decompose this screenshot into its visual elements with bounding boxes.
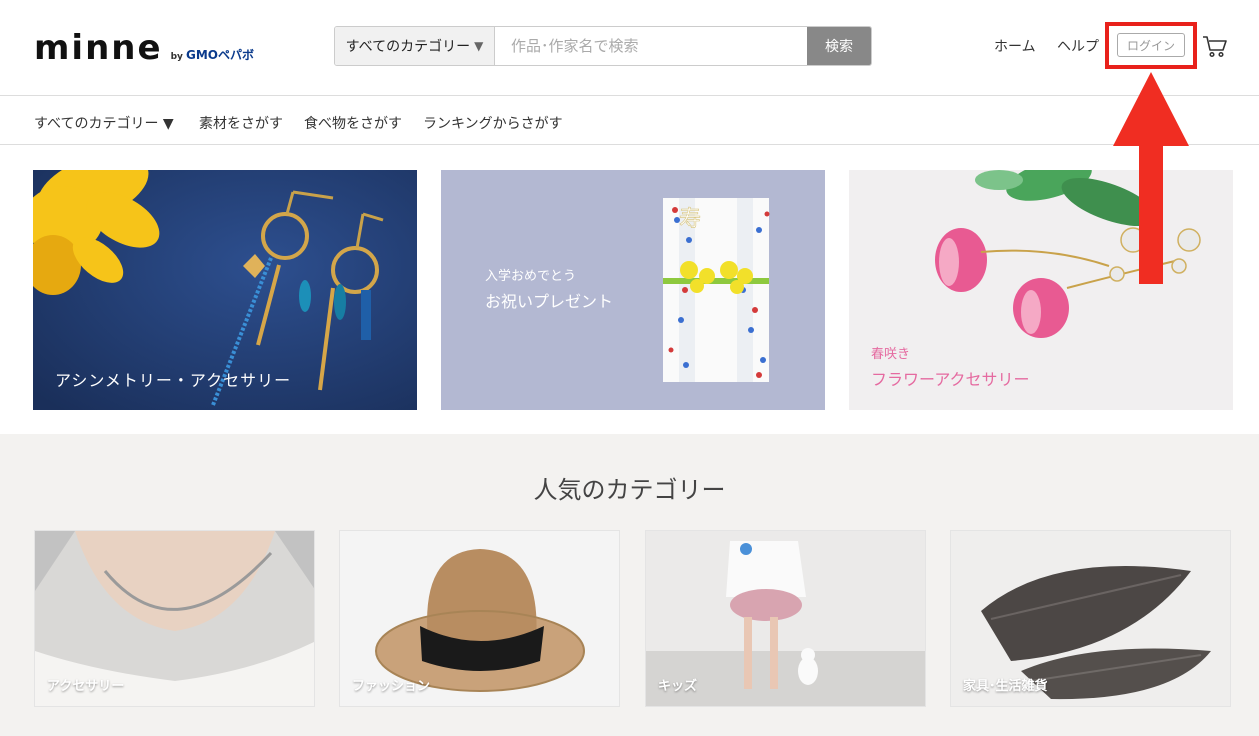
red-arrow-annotation [1113, 72, 1189, 284]
chevron-down-icon: ▼ [474, 39, 484, 53]
search-bar: すべてのカテゴリー▼ 検索 [334, 26, 872, 66]
popular-categories-section: 人気のカテゴリー アクセサリー ファッション キッズ 家具･生活雑貨 [0, 434, 1259, 736]
category-label-fashion: ファッション [352, 679, 431, 694]
banner-1-title: アシンメトリー・アクセサリー [55, 371, 291, 390]
banner-2-subtitle: 入学おめでとう [485, 268, 576, 284]
category-card-accessory[interactable]: アクセサリー [34, 530, 315, 707]
search-button[interactable]: 検索 [807, 27, 871, 65]
banner-2-title: お祝いプレゼント [485, 292, 613, 311]
category-label-furniture: 家具･生活雑貨 [963, 679, 1048, 694]
category-card-fashion[interactable]: ファッション [339, 530, 620, 707]
category-label-accessory: アクセサリー [47, 679, 125, 694]
category-card-kids[interactable]: キッズ [645, 530, 926, 707]
category-label-kids: キッズ [658, 679, 698, 694]
minne-logo[interactable]: minne by GMOペパボ [34, 28, 254, 68]
cart-icon[interactable] [1202, 34, 1228, 58]
subnav-ranking[interactable]: ランキングからさがす [423, 113, 563, 133]
logo-by: by GMOペパボ [170, 48, 255, 62]
gmo-pepabo-logo: GMOペパボ [186, 48, 255, 62]
search-category-select[interactable]: すべてのカテゴリー ▼ [335, 27, 495, 65]
banner-3-subtitle: 春咲き [871, 346, 910, 362]
banner-envelope-image: 寿 入学おめでとう お祝いプレゼント [441, 170, 825, 410]
site-header: minne by GMOペパボ すべてのカテゴリー▼ 検索 ホーム ヘルプ ログ… [0, 0, 1259, 96]
search-input[interactable] [495, 27, 807, 65]
envelope-kotobuki-char: 寿 [679, 207, 701, 232]
banner-3-title: フラワーアクセサリー [871, 370, 1030, 389]
banner-celebration-gift[interactable]: 寿 入学おめでとう お祝いプレゼント [441, 170, 825, 410]
category-card-furniture[interactable]: 家具･生活雑貨 [950, 530, 1231, 707]
logo-text: minne [34, 28, 163, 68]
login-button[interactable]: ログイン [1117, 33, 1185, 57]
banner-earrings-image: アシンメトリー・アクセサリー [33, 170, 417, 410]
popular-categories-title: 人気のカテゴリー [533, 476, 726, 504]
subnav-all-categories[interactable]: すべてのカテゴリー ▼ [34, 113, 174, 133]
nav-help-link[interactable]: ヘルプ [1057, 36, 1099, 56]
banner-asymmetry-accessory[interactable]: アシンメトリー・アクセサリー [33, 170, 417, 410]
nav-home-link[interactable]: ホーム [994, 36, 1036, 56]
subnav-food[interactable]: 食べ物をさがす [304, 113, 402, 133]
category-subnav: すべてのカテゴリー ▼ 素材をさがす 食べ物をさがす ランキングからさがす [0, 97, 1259, 145]
subnav-materials[interactable]: 素材をさがす [199, 113, 283, 133]
